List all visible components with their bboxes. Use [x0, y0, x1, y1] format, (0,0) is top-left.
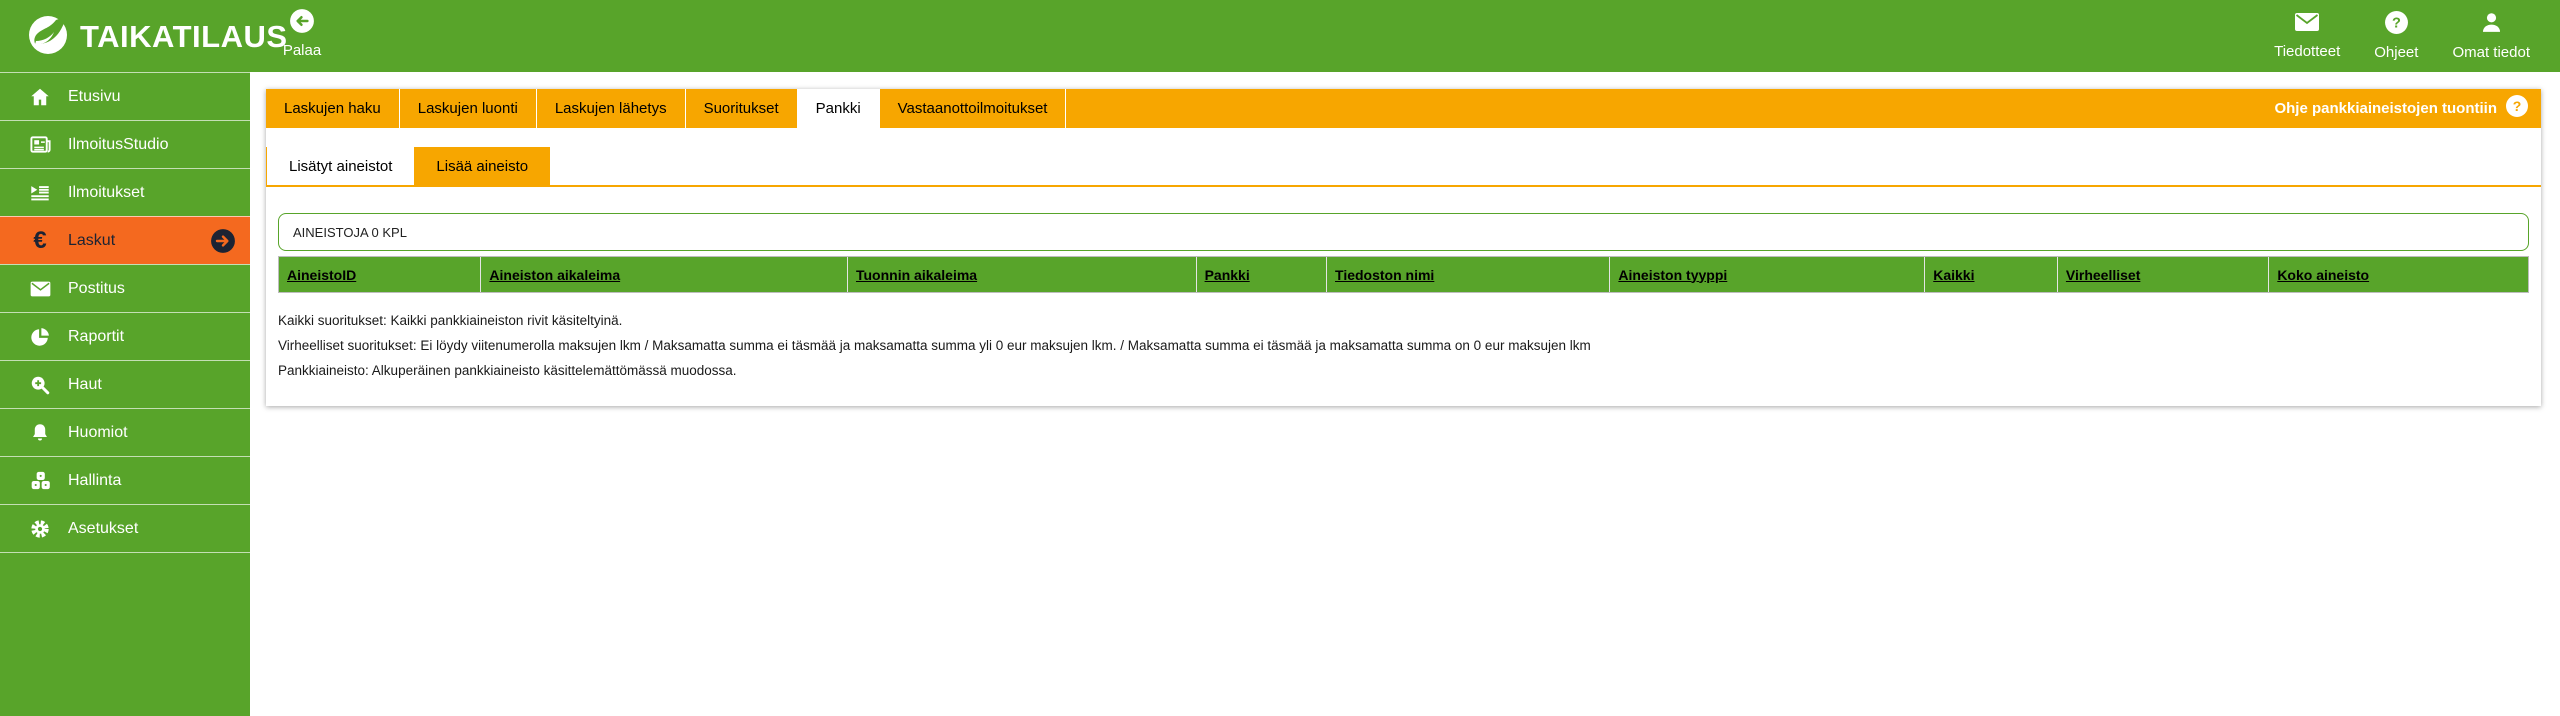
sidebar-item-raportit[interactable]: Raportit [0, 312, 250, 360]
sidebar-item-label: Haut [68, 376, 102, 394]
svg-text:?: ? [2392, 15, 2401, 31]
home-icon [28, 86, 52, 108]
back-button[interactable]: Palaa [272, 8, 332, 59]
dataset-count-box: AINEISTOJA 0 KPL [278, 213, 2529, 251]
sidebar-item-etusivu[interactable]: Etusivu [0, 72, 250, 120]
envelope-icon [28, 279, 52, 299]
bank-import-help-link[interactable]: Ohje pankkiaineistojen tuontiin ? [2274, 89, 2541, 128]
sidebar: Etusivu IlmoitusStudio Ilmoitukset € Las… [0, 72, 250, 716]
sidebar-item-label: Asetukset [68, 520, 138, 538]
help-button-label: Ohjeet [2374, 44, 2418, 61]
sidebar-item-label: Hallinta [68, 472, 121, 490]
legend-line-virheelliset: Virheelliset suoritukset: Ei löydy viite… [278, 338, 2529, 353]
app-title: TAIKATILAUS [80, 19, 288, 55]
back-button-label: Palaa [272, 42, 332, 59]
column-header-pankki[interactable]: Pankki [1197, 257, 1327, 292]
sidebar-item-asetukset[interactable]: Asetukset [0, 504, 250, 552]
column-header-virheelliset[interactable]: Virheelliset [2058, 257, 2269, 292]
newspaper-icon [28, 133, 52, 156]
bank-import-help-label: Ohje pankkiaineistojen tuontiin [2274, 100, 2497, 117]
header-actions: Tiedotteet ? Ohjeet Omat tiedot [2274, 10, 2530, 61]
app-logo: TAIKATILAUS [26, 12, 288, 61]
legend-line-kaikki: Kaikki suoritukset: Kaikki pankkiaineist… [278, 313, 2529, 328]
sidebar-item-label: Ilmoitukset [68, 184, 144, 202]
user-icon [2479, 10, 2504, 40]
sidebar-item-label: Huomiot [68, 424, 128, 442]
sidebar-item-label: Laskut [68, 232, 115, 250]
list-icon [28, 182, 52, 204]
legend-line-pankkiaineisto: Pankkiaineisto: Alkuperäinen pankkiainei… [278, 363, 2529, 378]
datasets-table-header: AineistoID Aineiston aikaleima Tuonnin a… [278, 256, 2529, 293]
gear-icon [28, 518, 52, 540]
news-button[interactable]: Tiedotteet [2274, 10, 2340, 61]
sidebar-item-label: Etusivu [68, 88, 120, 106]
column-header-tuonnin-aikaleima[interactable]: Tuonnin aikaleima [848, 257, 1197, 292]
euro-icon: € [28, 229, 52, 253]
cubes-icon [28, 469, 52, 492]
profile-button-label: Omat tiedot [2452, 44, 2530, 61]
sidebar-item-hallinta[interactable]: Hallinta [0, 456, 250, 504]
sidebar-item-label: IlmoitusStudio [68, 136, 169, 154]
sidebar-item-haut[interactable]: Haut [0, 360, 250, 408]
tab-laskujen-luonti[interactable]: Laskujen luonti [400, 89, 537, 128]
sidebar-item-label: Postitus [68, 280, 125, 298]
sidebar-item-postitus[interactable]: Postitus [0, 264, 250, 312]
sidebar-item-label: Raportit [68, 328, 124, 346]
tab-vastaanottoilmoitukset[interactable]: Vastaanottoilmoitukset [880, 89, 1067, 128]
search-plus-icon [28, 374, 52, 396]
legend-text: Kaikki suoritukset: Kaikki pankkiaineist… [278, 313, 2529, 378]
top-header: TAIKATILAUS Palaa Tiedotteet [0, 0, 2560, 72]
sidebar-item-ilmoitukset[interactable]: Ilmoitukset [0, 168, 250, 216]
question-icon: ? [2384, 10, 2409, 40]
dataset-count-label: AINEISTOJA 0 KPL [293, 225, 407, 240]
news-button-label: Tiedotteet [2274, 43, 2340, 60]
column-header-kaikki[interactable]: Kaikki [1925, 257, 2058, 292]
main-area: Laskujen haku Laskujen luonti Laskujen l… [250, 72, 2560, 716]
arrow-left-circle-icon [289, 21, 315, 38]
tab-pankki[interactable]: Pankki [798, 89, 880, 128]
subtab-lisaa-aineisto[interactable]: Lisää aineisto [414, 147, 550, 185]
help-button[interactable]: ? Ohjeet [2374, 10, 2418, 61]
tab-laskujen-lahetys[interactable]: Laskujen lähetys [537, 89, 686, 128]
pie-chart-icon [28, 326, 52, 348]
tab-bar: Laskujen haku Laskujen luonti Laskujen l… [266, 89, 2541, 128]
column-header-aineistoid[interactable]: AineistoID [279, 257, 481, 292]
tab-suoritukset[interactable]: Suoritukset [686, 89, 798, 128]
sidebar-item-huomiot[interactable]: Huomiot [0, 408, 250, 456]
svg-text:?: ? [2513, 98, 2522, 114]
sidebar-item-laskut[interactable]: € Laskut [0, 216, 250, 264]
bell-icon [28, 422, 52, 444]
arrow-right-circle-icon[interactable] [210, 228, 236, 259]
logo-icon [26, 12, 70, 61]
question-icon[interactable]: ? [2505, 94, 2529, 123]
sidebar-item-ilmoitusstudio[interactable]: IlmoitusStudio [0, 120, 250, 168]
profile-button[interactable]: Omat tiedot [2452, 10, 2530, 61]
content-card: Laskujen haku Laskujen luonti Laskujen l… [266, 89, 2541, 406]
sidebar-divider [0, 552, 250, 553]
subtab-bar: Lisätyt aineistot Lisää aineisto [266, 147, 2541, 187]
column-header-koko-aineisto[interactable]: Koko aineisto [2269, 257, 2528, 292]
column-header-aineiston-aikaleima[interactable]: Aineiston aikaleima [481, 257, 848, 292]
tab-laskujen-haku[interactable]: Laskujen haku [266, 89, 400, 128]
envelope-icon [2293, 10, 2321, 39]
column-header-tiedoston-nimi[interactable]: Tiedoston nimi [1327, 257, 1610, 292]
subtab-lisatyt-aineistot[interactable]: Lisätyt aineistot [266, 147, 414, 185]
column-header-aineiston-tyyppi[interactable]: Aineiston tyyppi [1610, 257, 1925, 292]
